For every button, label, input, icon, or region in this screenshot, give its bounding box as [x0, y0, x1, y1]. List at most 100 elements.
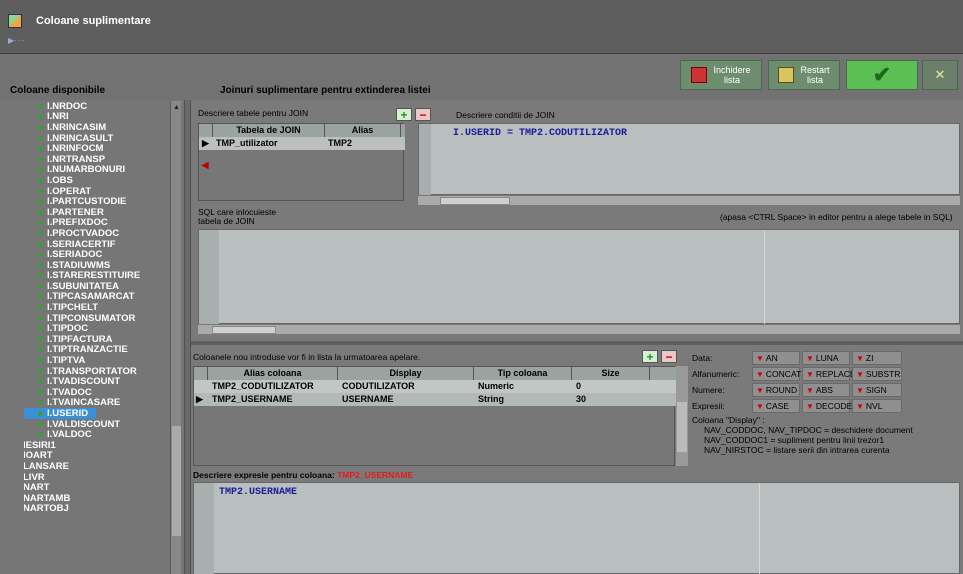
add-column-button[interactable]: + — [642, 350, 658, 364]
available-columns-list[interactable]: I.NRDOC I.NRI I.NRINCASIM I.NRINCASULT I.NRI… — [24, 101, 170, 574]
list-item[interactable]: I.NRDOC — [24, 101, 170, 112]
function-button-case[interactable]: ▼ CASE — [752, 399, 800, 413]
cancel-button[interactable]: ✕ — [922, 60, 958, 90]
function-button-abs[interactable]: ▼ ABS — [802, 383, 850, 397]
list-item[interactable]: I.TIPDOC — [24, 323, 170, 334]
ok-button[interactable]: ✔ — [846, 60, 918, 90]
new-columns-grid[interactable]: Alias coloana Display Tip coloana Size T… — [193, 366, 676, 466]
size-cell[interactable]: 30 — [572, 393, 650, 406]
function-button-luna[interactable]: ▼ LUNA — [802, 351, 850, 365]
section-separator[interactable] — [191, 341, 963, 345]
list-item[interactable]: I.PREFIXDOC — [24, 217, 170, 228]
hscroll-thumb[interactable] — [440, 197, 510, 205]
list-item[interactable]: I.TRANSPORTATOR — [24, 366, 170, 377]
function-button-round[interactable]: ▼ ROUND — [752, 383, 800, 397]
size-cell[interactable]: 0 — [572, 380, 650, 393]
list-item[interactable]: NART — [24, 482, 170, 493]
col-header-alias[interactable]: Alias coloana — [208, 367, 338, 380]
expression-editor[interactable]: TMP2.USERNAME — [193, 482, 960, 574]
sql-hscrollbar[interactable] — [198, 324, 960, 334]
function-button-replace[interactable]: ▼ REPLACE — [802, 367, 856, 381]
list-item[interactable]: I.NRINCASULT — [24, 133, 170, 144]
list-item[interactable]: NARTAMB — [24, 493, 170, 504]
list-item[interactable]: I.NRTRANSP — [24, 154, 170, 165]
remove-join-button[interactable]: − — [415, 108, 431, 122]
scrollbar-thumb[interactable] — [677, 402, 687, 452]
list-item[interactable]: LANSARE — [24, 461, 170, 472]
panel-splitter[interactable] — [184, 100, 191, 574]
join-condition-text[interactable]: I.USERID = TMP2.CODUTILIZATOR — [453, 128, 627, 139]
list-item[interactable]: I.SERIADOC — [24, 249, 170, 260]
restart-list-button[interactable]: Restart lista — [768, 60, 840, 90]
list-item[interactable]: I.STADIUWMS — [24, 260, 170, 271]
list-item[interactable]: I.SUBUNITATEA — [24, 281, 170, 292]
function-button-zi[interactable]: ▼ ZI — [852, 351, 902, 365]
table-row[interactable]: ▶ TMP2_USERNAME USERNAME String 30 — [194, 393, 676, 406]
function-button-sign[interactable]: ▼ SIGN — [852, 383, 902, 397]
list-item[interactable]: I.TVADISCOUNT — [24, 376, 170, 387]
list-item[interactable]: I.OPERAT — [24, 186, 170, 197]
list-item[interactable]: I.PARTENER — [24, 207, 170, 218]
list-item[interactable]: IESIRI1 — [24, 440, 170, 451]
list-item[interactable]: I.TIPCONSUMATOR — [24, 313, 170, 324]
join-alias-cell[interactable]: TMP2 — [325, 137, 401, 150]
list-item[interactable]: I.TIPCASAMARCAT — [24, 291, 170, 302]
sql-hint: (apasa <CTRL Space> in editor pentru a a… — [720, 212, 953, 222]
list-item[interactable]: LIVR — [24, 472, 170, 483]
list-item[interactable]: I.STARERESTITUIRE — [24, 270, 170, 281]
list-item[interactable]: I.TIPTRANZACTIE — [24, 344, 170, 355]
function-button-nvl[interactable]: ▼ NVL — [852, 399, 902, 413]
list-item[interactable]: NARTOBJ — [24, 503, 170, 514]
list-item[interactable]: I.TIPFACTURA — [24, 334, 170, 345]
condition-hscrollbar[interactable] — [418, 195, 960, 205]
function-button-concat[interactable]: ▼ CONCAT — [752, 367, 801, 381]
columns-scrollbar[interactable]: ▲ — [170, 101, 181, 574]
list-item[interactable]: I.NRINCASIM — [24, 122, 170, 133]
list-item[interactable]: I.TVAINCASARE — [24, 397, 170, 408]
list-item[interactable]: I.TIPTVA — [24, 355, 170, 366]
list-item[interactable]: I.TIPCHELT — [24, 302, 170, 313]
type-cell[interactable]: String — [474, 393, 572, 406]
function-button-substr[interactable]: ▼ SUBSTR — [852, 367, 902, 381]
col-header-join-table[interactable]: Tabela de JOIN — [213, 124, 325, 137]
scroll-up-icon[interactable]: ▲ — [172, 103, 181, 112]
col-header-alias[interactable]: Alias — [325, 124, 401, 137]
display-cell[interactable]: USERNAME — [338, 393, 474, 406]
list-item[interactable]: I.PROCTVADOC — [24, 228, 170, 239]
list-item[interactable]: I.OBS — [24, 175, 170, 186]
join-condition-editor[interactable]: I.USERID = TMP2.CODUTILIZATOR — [418, 123, 960, 196]
remove-column-button[interactable]: − — [661, 350, 677, 364]
add-join-button[interactable]: + — [396, 108, 412, 122]
columns-grid-scrollbar[interactable] — [676, 366, 688, 466]
list-item[interactable]: I.TVADOC — [24, 387, 170, 398]
col-header-size[interactable]: Size — [572, 367, 650, 380]
list-item[interactable]: I.NRI — [24, 111, 170, 122]
function-button-an[interactable]: ▼ AN — [752, 351, 800, 365]
display-cell[interactable]: CODUTILIZATOR — [338, 380, 474, 393]
alias-cell[interactable]: TMP2_CODUTILIZATOR — [208, 380, 338, 393]
type-cell[interactable]: Numeric — [474, 380, 572, 393]
field-bullet-icon — [38, 421, 43, 427]
join-table-cell[interactable]: TMP_utilizator — [213, 137, 325, 150]
table-row[interactable]: ▶ TMP_utilizator TMP2 — [199, 137, 405, 150]
scrollbar-thumb[interactable] — [172, 426, 181, 536]
close-list-button[interactable]: Inchidere lista — [680, 60, 762, 90]
joins-label: Joinuri suplimentare pentru extinderea l… — [220, 85, 431, 96]
list-item[interactable]: I.USERID — [24, 408, 96, 419]
hscroll-thumb[interactable] — [212, 326, 276, 334]
list-item[interactable]: I.NRINFOCM — [24, 143, 170, 154]
col-header-display[interactable]: Display — [338, 367, 474, 380]
alias-cell[interactable]: TMP2_USERNAME — [208, 393, 338, 406]
table-row[interactable]: TMP2_CODUTILIZATOR CODUTILIZATOR Numeric… — [194, 380, 676, 393]
list-item[interactable]: I.PARTCUSTODIE — [24, 196, 170, 207]
join-tables-grid[interactable]: Tabela de JOIN Alias ▶ TMP_utilizator TM… — [198, 123, 405, 201]
expression-text[interactable]: TMP2.USERNAME — [219, 487, 297, 498]
list-item[interactable]: I.SERIACERTIF — [24, 239, 170, 250]
list-item[interactable]: I.VALDISCOUNT — [24, 419, 170, 430]
list-item[interactable]: IOART — [24, 450, 170, 461]
col-header-type[interactable]: Tip coloana — [474, 367, 572, 380]
list-item[interactable]: I.VALDOC — [24, 429, 170, 440]
list-item[interactable]: I.NUMARBONURI — [24, 164, 170, 175]
function-button-decode[interactable]: ▼ DECODE — [802, 399, 852, 413]
sql-editor[interactable] — [198, 229, 960, 325]
